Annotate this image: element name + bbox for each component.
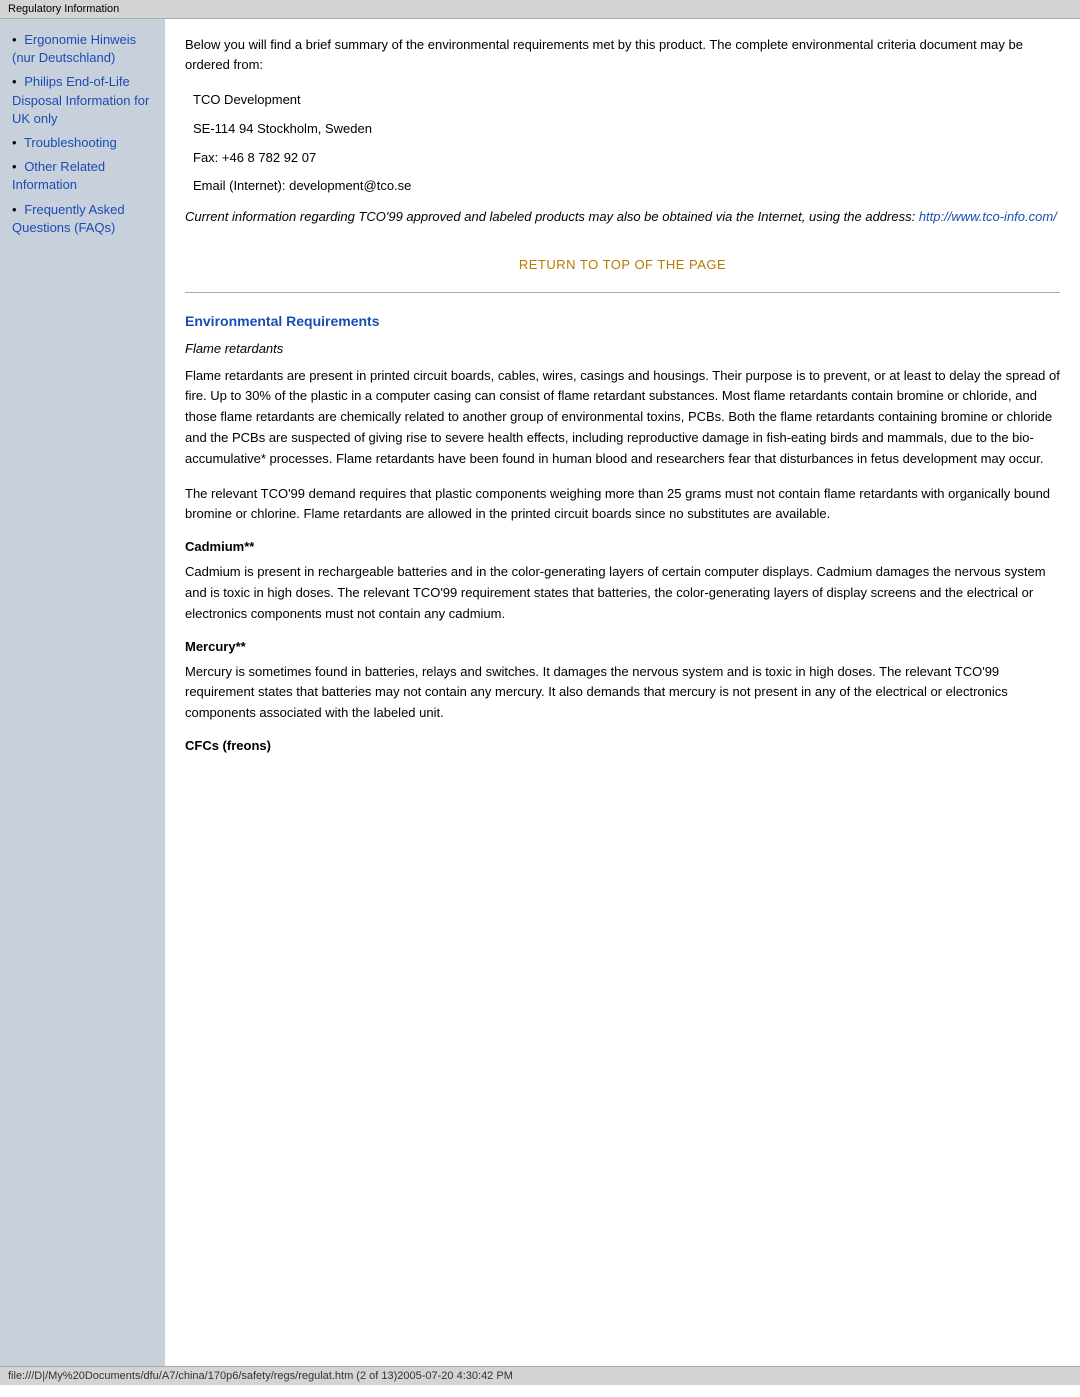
flame-para-1: Flame retardants are present in printed … [185, 366, 1060, 470]
tco-info-link[interactable]: http://www.tco-info.com/ [919, 209, 1057, 224]
divider [185, 292, 1060, 293]
sidebar-link-ergonomie[interactable]: Ergonomie Hinweis (nur Deutschland) [12, 32, 136, 65]
bullet-icon: • [12, 31, 17, 49]
bullet-icon: • [12, 73, 17, 91]
return-to-top-link[interactable]: RETURN TO TOP OF THE PAGE [519, 257, 726, 272]
sidebar-item-troubleshooting: • Troubleshooting [12, 134, 157, 152]
address-line4-block: Email (Internet): development@tco.se [193, 176, 1060, 197]
address-block: TCO Development [193, 90, 1060, 111]
env-requirements-section: Environmental Requirements Flame retarda… [185, 313, 1060, 753]
title-text: Regulatory Information [8, 3, 119, 15]
flame-para-2: The relevant TCO'99 demand requires that… [185, 484, 1060, 526]
mercury-para: Mercury is sometimes found in batteries,… [185, 662, 1060, 724]
mercury-heading: Mercury** [185, 639, 1060, 654]
return-to-top-section: RETURN TO TOP OF THE PAGE [185, 257, 1060, 272]
env-requirements-heading: Environmental Requirements [185, 313, 1060, 329]
flame-retardants-subheading: Flame retardants [185, 341, 1060, 356]
status-bar: file:///D|/My%20Documents/dfu/A7/china/1… [0, 1366, 1080, 1385]
bullet-icon: • [12, 134, 17, 152]
sidebar-item-other-related: • Other Related Information [12, 158, 157, 194]
sidebar-item-faqs: • Frequently Asked Questions (FAQs) [12, 201, 157, 237]
bullet-icon: • [12, 201, 17, 219]
address-line3: Fax: +46 8 782 92 07 [193, 148, 1060, 169]
sidebar-link-troubleshooting[interactable]: Troubleshooting [24, 135, 117, 150]
italic-note: Current information regarding TCO'99 app… [185, 207, 1060, 227]
address-line4: Email (Internet): development@tco.se [193, 176, 1060, 197]
sidebar: • Ergonomie Hinweis (nur Deutschland) • … [0, 19, 165, 1366]
intro-paragraph: Below you will find a brief summary of t… [185, 35, 1060, 74]
sidebar-link-philips[interactable]: Philips End-of-Life Disposal Information… [12, 74, 149, 125]
bullet-icon: • [12, 158, 17, 176]
address-line2-block: SE-114 94 Stockholm, Sweden [193, 119, 1060, 140]
main-content: Below you will find a brief summary of t… [165, 19, 1080, 1366]
address-line1: TCO Development [193, 90, 1060, 111]
cfcs-heading: CFCs (freons) [185, 738, 1060, 753]
sidebar-item-philips: • Philips End-of-Life Disposal Informati… [12, 73, 157, 128]
sidebar-link-faqs[interactable]: Frequently Asked Questions (FAQs) [12, 202, 125, 235]
sidebar-item-ergonomie: • Ergonomie Hinweis (nur Deutschland) [12, 31, 157, 67]
address-line2: SE-114 94 Stockholm, Sweden [193, 119, 1060, 140]
cadmium-para: Cadmium is present in rechargeable batte… [185, 562, 1060, 624]
title-bar: Regulatory Information [0, 0, 1080, 19]
sidebar-nav: • Ergonomie Hinweis (nur Deutschland) • … [12, 31, 157, 237]
sidebar-link-other-related[interactable]: Other Related Information [12, 159, 105, 192]
status-text: file:///D|/My%20Documents/dfu/A7/china/1… [8, 1370, 513, 1382]
address-line3-block: Fax: +46 8 782 92 07 [193, 148, 1060, 169]
cadmium-heading: Cadmium** [185, 539, 1060, 554]
italic-note-text: Current information regarding TCO'99 app… [185, 209, 919, 224]
